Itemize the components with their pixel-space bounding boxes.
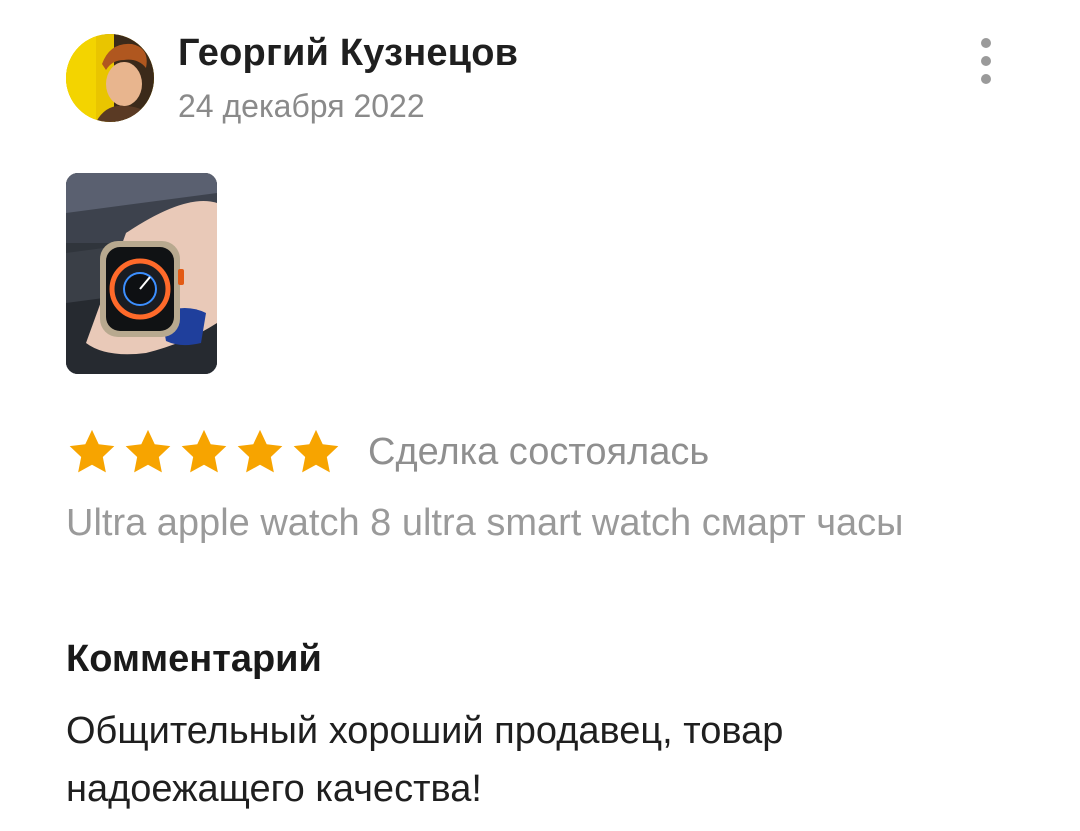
rating-stars	[66, 426, 342, 478]
star-icon	[237, 429, 283, 473]
star-icon	[125, 429, 171, 473]
deal-status-label: Сделка состоялась	[368, 431, 710, 473]
rating-row: Сделка состоялась	[66, 424, 709, 480]
review-photo[interactable]	[66, 173, 217, 374]
product-title[interactable]: Ultra apple watch 8 ultra smart watch см…	[66, 496, 966, 550]
star-icon	[293, 429, 339, 473]
review-date: 24 декабря 2022	[178, 88, 425, 124]
comment-heading: Комментарий	[66, 638, 322, 680]
author-name[interactable]: Георгий Кузнецов	[178, 32, 518, 75]
star-icon	[181, 429, 227, 473]
star-icon	[69, 429, 115, 473]
watch-photo-image	[66, 173, 217, 374]
more-vertical-icon-dot-3	[981, 74, 991, 84]
avatar-image	[66, 34, 154, 122]
more-vertical-icon	[981, 38, 991, 48]
more-options-button[interactable]	[970, 38, 1002, 84]
comment-text: Общительный хороший продавец, товар надо…	[66, 710, 784, 810]
review-card: Георгий Кузнецов 24 декабря 2022 Сделка …	[0, 0, 1080, 831]
author-avatar[interactable]	[66, 34, 154, 122]
more-vertical-icon-dot-2	[981, 56, 991, 66]
